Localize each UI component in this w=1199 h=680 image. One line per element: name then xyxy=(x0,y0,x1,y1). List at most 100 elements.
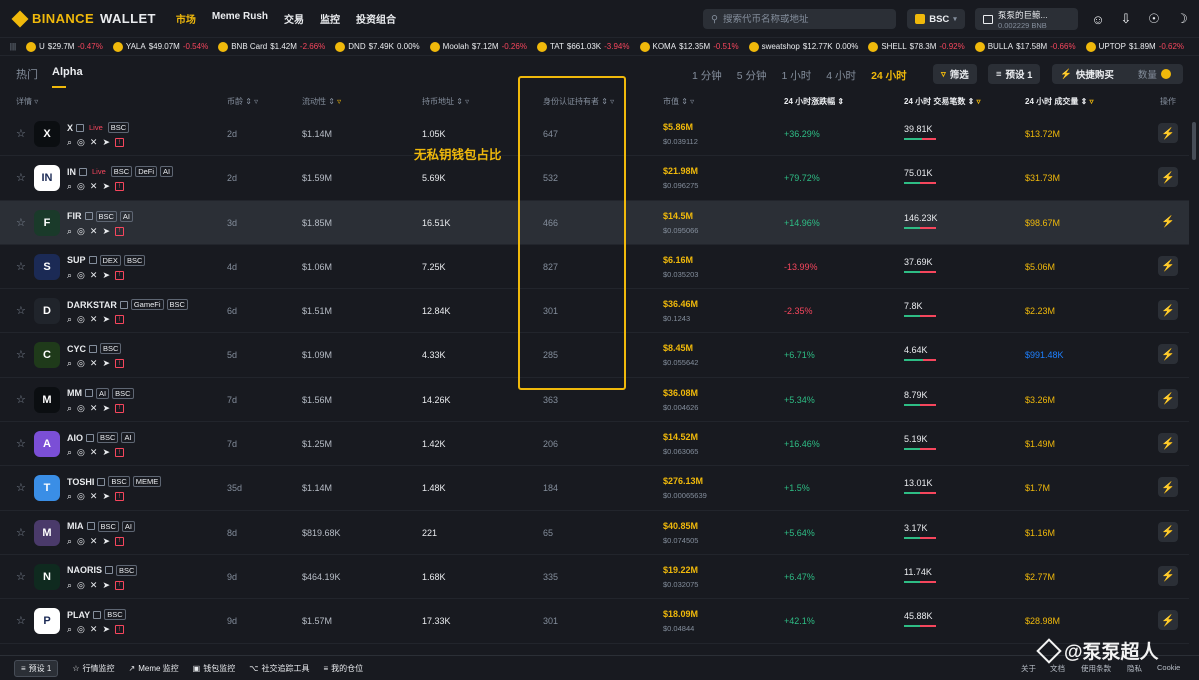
telegram-icon[interactable]: ➤ xyxy=(102,536,110,547)
search-icon[interactable]: ⌕ xyxy=(67,580,72,591)
footer-tool-2[interactable]: ▣ 钱包监控 xyxy=(193,663,236,674)
telegram-icon[interactable]: ➤ xyxy=(102,491,110,502)
x-icon[interactable]: ✕ xyxy=(90,536,98,547)
copy-icon[interactable] xyxy=(93,610,102,619)
ticker-item[interactable]: sweatshop $12.77K 0.00% xyxy=(748,41,858,52)
table-row[interactable]: ☆ S SUP DEX BSC ⌕ ◎ ✕ ➤! 4d $1.06M 7.25K 827 $6.16M $0… xyxy=(0,245,1189,290)
x-icon[interactable]: ✕ xyxy=(90,270,98,281)
x-icon[interactable]: ✕ xyxy=(90,624,98,635)
table-row[interactable]: ☆ M MM AI BSC ⌕ ◎ ✕ ➤! 7d $1.56M 14.26K 363 $36.08M $0… xyxy=(0,378,1189,423)
profile-icon[interactable]: ☺ xyxy=(1090,11,1106,27)
star-icon[interactable]: ☆ xyxy=(16,437,26,450)
col-mcap[interactable]: 市值 ⇕ ▿ xyxy=(663,96,694,107)
star-icon[interactable]: ☆ xyxy=(16,393,26,406)
globe-icon[interactable]: ◎ xyxy=(77,491,85,502)
star-icon[interactable]: ☆ xyxy=(16,127,26,140)
quick-buy-button[interactable]: ⚡ xyxy=(1158,344,1178,365)
ticker-item[interactable]: Moolah $7.12M -0.26% xyxy=(429,41,527,52)
token-symbol[interactable]: CYC xyxy=(67,344,86,354)
search-icon[interactable]: ⌕ xyxy=(67,536,72,547)
table-row[interactable]: ☆ P PLAY BSC ⌕ ◎ ✕ ➤! 9d $1.57M 17.33K 301 $18.09M $0… xyxy=(0,599,1189,644)
token-symbol[interactable]: FIR xyxy=(67,211,82,221)
language-icon[interactable]: ☉ xyxy=(1146,11,1162,27)
token-symbol[interactable]: SUP xyxy=(67,255,86,265)
telegram-icon[interactable]: ➤ xyxy=(102,137,110,148)
star-icon[interactable]: ☆ xyxy=(16,570,26,583)
quick-buy-button[interactable]: ⚡ xyxy=(1158,610,1178,631)
telegram-icon[interactable]: ➤ xyxy=(102,624,110,635)
globe-icon[interactable]: ◎ xyxy=(77,270,85,281)
col-kyc[interactable]: 身份认证持有者 ⇕ ▿ xyxy=(543,96,614,107)
copy-icon[interactable] xyxy=(84,212,93,221)
nav-item-1[interactable]: Meme Rush xyxy=(212,11,268,26)
period-tab-1[interactable]: 5 分钟 xyxy=(737,68,767,83)
col-txs[interactable]: 24 小时 交易笔数 ⇕ ▿ xyxy=(904,96,981,107)
footer-link[interactable]: 隐私 xyxy=(1127,663,1142,674)
ticker-item[interactable]: UPTOP $1.89M -0.62% xyxy=(1085,41,1184,52)
search-icon[interactable]: ⌕ xyxy=(67,181,72,192)
x-icon[interactable]: ✕ xyxy=(90,491,98,502)
telegram-icon[interactable]: ➤ xyxy=(102,314,110,325)
token-symbol[interactable]: MIA xyxy=(67,521,84,531)
period-tab-4[interactable]: 24 小时 xyxy=(871,68,907,83)
risk-icon[interactable]: ! xyxy=(115,536,124,546)
ticker-item[interactable]: KOMA $12.35M -0.51% xyxy=(639,41,739,52)
globe-icon[interactable]: ◎ xyxy=(77,580,85,591)
theme-moon-icon[interactable]: ☽ xyxy=(1174,11,1190,27)
table-row[interactable]: ☆ X X Live BSC ⌕ ◎ ✕ ➤! 2d $1.14M 1.05K 647 $5.86M $0.… xyxy=(0,112,1189,157)
globe-icon[interactable]: ◎ xyxy=(77,358,85,369)
quick-buy-button[interactable]: ⚡ xyxy=(1158,167,1178,188)
table-row[interactable]: ☆ IN IN Live BSC DeFi AI ⌕ ◎ ✕ ➤! 2d $1.59M 5.69K 532 $… xyxy=(0,156,1189,201)
quick-buy-button[interactable]: ⚡ xyxy=(1158,521,1178,542)
copy-icon[interactable] xyxy=(119,300,128,309)
footer-link[interactable]: Cookie xyxy=(1157,663,1180,672)
token-symbol[interactable]: MM xyxy=(67,388,82,398)
preset-button[interactable]: ≡ 预设 1 xyxy=(988,64,1041,84)
quick-buy-button[interactable]: ⚡ xyxy=(1158,211,1178,232)
footer-tool-3[interactable]: ⌥ 社交追踪工具 xyxy=(249,663,309,674)
risk-icon[interactable]: ! xyxy=(115,580,124,590)
globe-icon[interactable]: ◎ xyxy=(77,536,85,547)
search-icon[interactable]: ⌕ xyxy=(67,624,72,635)
nav-item-0[interactable]: 市场 xyxy=(176,11,196,26)
x-icon[interactable]: ✕ xyxy=(90,358,98,369)
token-symbol[interactable]: DARKSTAR xyxy=(67,300,117,310)
search-icon[interactable]: ⌕ xyxy=(67,137,72,148)
quick-buy-button[interactable]: ⚡ xyxy=(1158,565,1178,586)
star-icon[interactable]: ☆ xyxy=(16,171,26,184)
table-row[interactable]: ☆ T TOSHI BSC MEME ⌕ ◎ ✕ ➤! 35d $1.14M 1.48K 184 $276… xyxy=(0,466,1189,511)
table-row[interactable]: ☆ C CYC BSC ⌕ ◎ ✕ ➤! 5d $1.09M 4.33K 285 $8.45M $0.05… xyxy=(0,333,1189,378)
copy-icon[interactable] xyxy=(85,389,93,398)
risk-icon[interactable]: ! xyxy=(115,625,124,635)
telegram-icon[interactable]: ➤ xyxy=(102,447,110,458)
risk-icon[interactable]: ! xyxy=(115,182,124,192)
footer-tool-0[interactable]: ☆ 行情监控 xyxy=(72,663,114,674)
x-icon[interactable]: ✕ xyxy=(90,580,98,591)
search-icon[interactable]: ⌕ xyxy=(67,447,72,458)
footer-link[interactable]: 文档 xyxy=(1050,663,1065,674)
table-row[interactable]: ☆ D DARKSTAR GameFi BSC ⌕ ◎ ✕ ➤! 6d $1.51M 12.84K 30… xyxy=(0,289,1189,334)
ticker-item[interactable]: BNB Card $1.42M -2.66% xyxy=(218,41,325,52)
col-detail[interactable]: 详情 ▿ xyxy=(16,96,38,107)
quick-buy-button[interactable]: ⚡ xyxy=(1158,477,1178,498)
ticker-item[interactable]: SHELL $78.3M -0.92% xyxy=(868,41,965,52)
token-symbol[interactable]: X xyxy=(67,123,73,133)
copy-icon[interactable] xyxy=(97,477,106,486)
logo[interactable]: BINANCE WALLET xyxy=(11,10,156,27)
risk-icon[interactable]: ! xyxy=(115,359,124,369)
ticker-item[interactable]: YALA $49.07M -0.54% xyxy=(112,41,208,52)
quick-buy-button[interactable]: ⚡ xyxy=(1158,123,1178,143)
x-icon[interactable]: ✕ xyxy=(90,447,98,458)
search-icon[interactable]: ⌕ xyxy=(67,403,72,414)
copy-icon[interactable] xyxy=(88,256,97,265)
risk-icon[interactable]: ! xyxy=(115,448,124,458)
globe-icon[interactable]: ◎ xyxy=(77,226,85,237)
token-symbol[interactable]: TOSHI xyxy=(67,477,94,487)
search-icon[interactable]: ⌕ xyxy=(67,270,72,281)
copy-icon[interactable] xyxy=(105,566,114,575)
star-icon[interactable]: ☆ xyxy=(16,216,26,229)
token-symbol[interactable]: IN xyxy=(67,167,76,177)
quick-buy-button[interactable]: ⚡ xyxy=(1158,433,1178,454)
telegram-icon[interactable]: ➤ xyxy=(102,270,110,281)
x-icon[interactable]: ✕ xyxy=(90,403,98,414)
